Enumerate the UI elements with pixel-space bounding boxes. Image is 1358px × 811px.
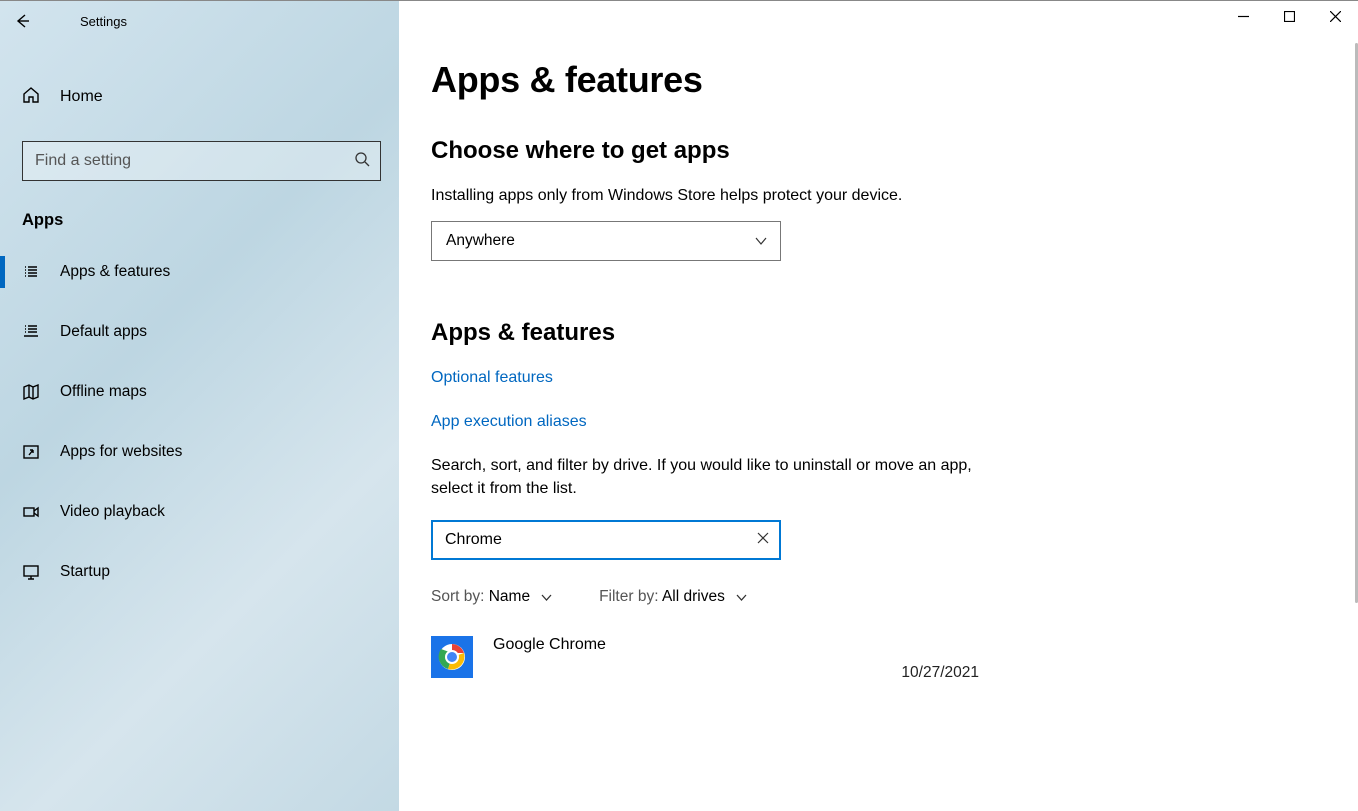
app-search-box[interactable] [431,520,781,560]
filter-prefix: Filter by: [599,588,662,605]
choose-header: Choose where to get apps [431,137,1358,165]
defaults-icon [22,323,40,341]
sidebar-home[interactable]: Home [0,67,399,127]
settings-window: Settings Home Apps Apps & features Defau… [0,0,1358,811]
sort-prefix: Sort by: [431,588,489,605]
sidebar-item-label: Video playback [60,503,165,521]
content-area: Apps & features Choose where to get apps… [399,1,1358,811]
sidebar-search-input[interactable] [35,152,354,170]
home-icon [22,86,40,109]
app-search-input[interactable] [445,531,757,549]
sidebar-item-default-apps[interactable]: Default apps [0,302,399,362]
choose-description: Installing apps only from Windows Store … [431,185,991,207]
window-caption-buttons [1220,1,1358,31]
chevron-down-icon [735,591,748,604]
list-icon [22,263,40,281]
sidebar-search[interactable] [22,141,381,181]
sidebar-item-apps-for-websites[interactable]: Apps for websites [0,422,399,482]
sidebar-item-apps-features[interactable]: Apps & features [0,242,399,302]
install-source-dropdown[interactable]: Anywhere [431,221,781,261]
sort-filter-row: Sort by: Name Filter by: All drives [431,588,1358,606]
window-title: Settings [80,14,127,29]
close-button[interactable] [1312,1,1358,31]
maximize-button[interactable] [1266,1,1312,31]
open-icon [22,443,40,461]
sidebar-item-label: Offline maps [60,383,147,401]
sidebar-item-label: Default apps [60,323,147,341]
main-panel: Apps & features Choose where to get apps… [399,1,1358,811]
chevron-down-icon [540,591,553,604]
sidebar-item-label: Apps & features [60,263,170,281]
back-button[interactable] [0,1,44,41]
apps-features-header: Apps & features [431,319,1358,347]
chrome-icon [431,636,473,678]
video-icon [22,503,40,521]
startup-icon [22,563,40,581]
page-title: Apps & features [431,59,1358,101]
dropdown-value: Anywhere [446,232,515,250]
sort-value: Name [489,588,530,605]
sidebar-item-label: Apps for websites [60,443,182,461]
minimize-button[interactable] [1220,1,1266,31]
sort-by-control[interactable]: Sort by: Name [431,588,553,606]
scrollbar[interactable] [1350,43,1358,811]
titlebar-left: Settings [0,1,399,41]
map-icon [22,383,40,401]
search-icon [354,151,370,172]
search-description: Search, sort, and filter by drive. If yo… [431,455,991,500]
clear-search-button[interactable] [757,531,769,549]
app-execution-aliases-link[interactable]: App execution aliases [431,413,1358,431]
filter-by-control[interactable]: Filter by: All drives [599,588,748,606]
optional-features-link[interactable]: Optional features [431,369,1358,387]
sidebar: Settings Home Apps Apps & features Defau… [0,1,399,811]
sidebar-item-startup[interactable]: Startup [0,542,399,602]
app-name: Google Chrome [493,636,606,654]
arrow-left-icon [14,13,30,29]
chevron-down-icon [754,234,768,248]
app-list-item[interactable]: Google Chrome 10/27/2021 [431,636,979,678]
sidebar-item-offline-maps[interactable]: Offline maps [0,362,399,422]
sidebar-item-video-playback[interactable]: Video playback [0,482,399,542]
close-icon [757,532,769,544]
sidebar-section-header: Apps [0,181,399,242]
filter-value: All drives [662,588,725,605]
sidebar-item-label: Startup [60,563,110,581]
sidebar-home-label: Home [60,88,103,106]
app-install-date: 10/27/2021 [901,664,979,682]
